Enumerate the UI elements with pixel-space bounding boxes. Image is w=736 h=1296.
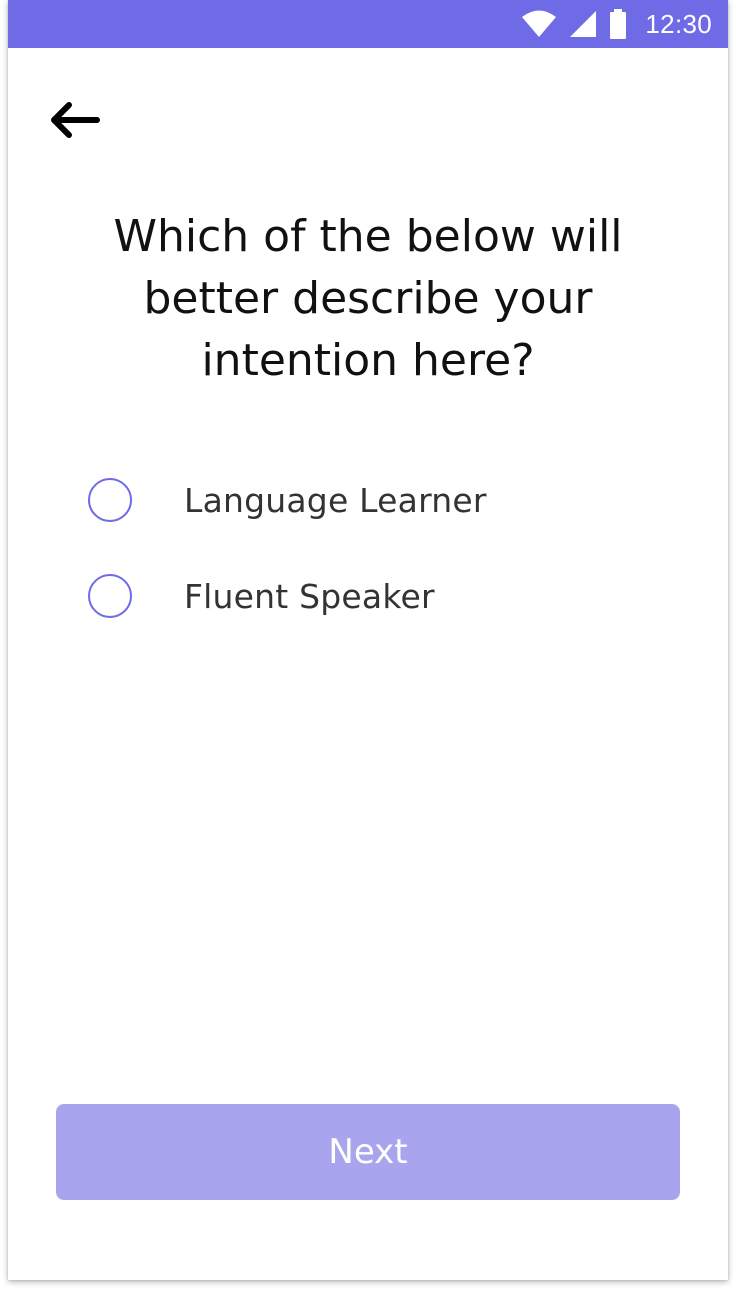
question-line-2: better describe your [143, 273, 593, 324]
app-screen: 12:30 Which of the below will better des… [8, 0, 728, 1280]
arrow-left-icon [48, 100, 100, 140]
option-fluent-speaker[interactable]: Fluent Speaker [88, 566, 648, 626]
back-button[interactable] [48, 92, 112, 148]
cellular-signal-icon [569, 10, 597, 38]
status-icons: 12:30 [521, 0, 712, 48]
next-button[interactable]: Next [56, 1104, 680, 1200]
radio-button[interactable] [88, 574, 132, 618]
question-title: Which of the below will better describe … [48, 206, 688, 392]
option-label: Fluent Speaker [184, 576, 435, 616]
status-time: 12:30 [645, 8, 712, 39]
option-label: Language Learner [184, 480, 487, 520]
status-bar: 12:30 [8, 0, 728, 48]
option-language-learner[interactable]: Language Learner [88, 470, 648, 530]
question-line-1: Which of the below will [113, 211, 623, 262]
radio-button[interactable] [88, 478, 132, 522]
next-button-label: Next [328, 1132, 408, 1172]
wifi-icon [521, 10, 557, 38]
question-line-3: intention here? [201, 335, 535, 386]
battery-icon [609, 9, 627, 39]
options-list: Language Learner Fluent Speaker [88, 470, 648, 662]
